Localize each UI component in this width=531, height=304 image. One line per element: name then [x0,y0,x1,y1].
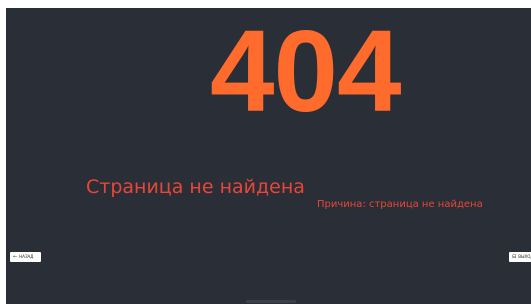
exit-icon: ⊟ [512,254,517,260]
exit-button-label: ВЫХОД [518,254,531,259]
error-title: Страница не найдена [86,176,305,198]
arrow-left-icon: ← [13,254,18,260]
error-reason: Причина: страница не найдена [317,199,483,210]
exit-button[interactable]: ⊟ ВЫХОД [509,252,531,262]
error-code: 404 [210,8,402,136]
back-button-label: НАЗАД [19,254,34,259]
footer-bar [246,300,296,303]
back-button[interactable]: ← НАЗАД [10,252,41,262]
error-page: 404 Страница не найдена Причина: страниц… [6,8,531,304]
